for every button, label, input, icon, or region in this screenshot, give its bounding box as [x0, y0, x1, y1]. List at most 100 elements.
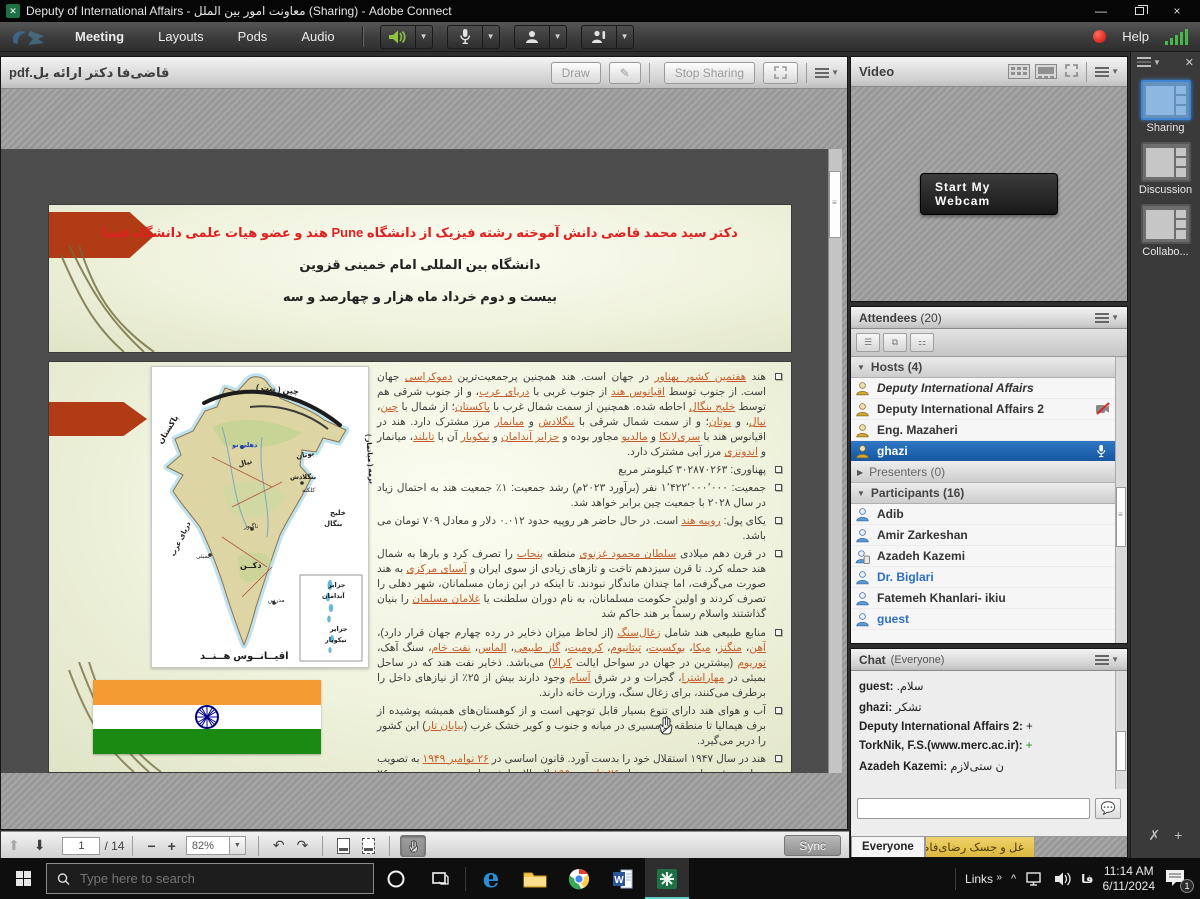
zoom-out-button[interactable]: − — [147, 838, 155, 854]
attendees-section-presenters[interactable]: ▶Presenters (0) — [851, 462, 1115, 483]
help-menu[interactable]: Help — [1106, 29, 1165, 44]
attendee-row[interactable]: Deputy International Affairs — [851, 378, 1115, 399]
video-fullscreen-icon[interactable] — [1065, 64, 1078, 80]
close-button[interactable]: × — [1160, 2, 1194, 20]
task-view-icon[interactable] — [418, 858, 462, 899]
menu-item-meeting[interactable]: Meeting — [58, 29, 141, 44]
connection-signal-icon[interactable] — [1165, 29, 1188, 45]
dock-footer: ✗ + — [1131, 827, 1200, 844]
cortana-icon[interactable] — [374, 858, 418, 899]
attendee-status-view-button[interactable]: ⚏ — [910, 333, 934, 352]
zoom-select[interactable]: 82% ▼ — [186, 836, 246, 855]
attendee-row[interactable]: Dr. Biglari — [851, 567, 1115, 588]
show-hidden-icons-chevron[interactable]: ^ — [1011, 873, 1016, 885]
slide-2[interactable]: چین ( تبت )پاکستاننپالبوتانبنگلادشبرمه (… — [49, 362, 791, 772]
raise-hand-control[interactable]: ▼ — [581, 25, 634, 49]
language-indicator[interactable]: فا — [1081, 872, 1093, 886]
word-icon[interactable]: W — [601, 858, 645, 899]
attendees-scrollbar[interactable] — [1115, 357, 1127, 643]
minimize-button[interactable]: — — [1084, 2, 1118, 20]
chat-tab[interactable]: Everyone — [851, 836, 925, 857]
chat-scrollbar[interactable] — [1115, 671, 1127, 789]
chrome-icon[interactable] — [557, 858, 601, 899]
zoom-in-button[interactable]: + — [168, 838, 176, 854]
attendee-row[interactable]: Azadeh Kazemi — [851, 546, 1115, 567]
action-center-icon[interactable]: 1 — [1164, 868, 1190, 890]
file-explorer-icon[interactable] — [513, 858, 557, 899]
restore-button[interactable] — [1122, 2, 1156, 20]
taskbar-search[interactable] — [46, 863, 374, 894]
document-scrollbar-thumb[interactable] — [829, 171, 841, 238]
attendees-section-participants[interactable]: ▼Participants (16) — [851, 483, 1115, 504]
stop-sharing-button[interactable]: Stop Sharing — [664, 62, 755, 84]
raise-hand-dropdown[interactable]: ▼ — [617, 25, 634, 49]
attendee-row[interactable]: Eng. Mazaheri — [851, 420, 1115, 441]
search-input[interactable] — [80, 871, 363, 886]
attendee-row[interactable]: ghazi — [851, 441, 1115, 462]
previous-page-button[interactable]: ⬆ — [8, 837, 20, 854]
attendee-row[interactable]: Adib — [851, 504, 1115, 525]
menu-item-layouts[interactable]: Layouts — [141, 29, 221, 44]
microphone-control[interactable]: ▼ — [447, 25, 500, 49]
filmstrip-view-icon[interactable] — [1008, 64, 1030, 79]
continuous-view-button[interactable] — [362, 838, 375, 854]
single-page-view-button[interactable] — [337, 838, 350, 854]
draw-button[interactable]: Draw — [551, 62, 601, 84]
layout-tools-icon[interactable]: ✗ — [1149, 827, 1161, 844]
pointer-tool-button[interactable]: ✎ — [609, 62, 641, 84]
sync-button[interactable]: Sync — [784, 835, 841, 856]
send-message-icon[interactable]: 💬 — [1095, 798, 1121, 819]
raise-hand-icon[interactable] — [581, 25, 617, 49]
chat-pod-options-icon[interactable] — [1095, 655, 1109, 665]
speaker-control[interactable]: ▼ — [380, 25, 433, 49]
fullscreen-button[interactable] — [763, 62, 798, 84]
microphone-dropdown[interactable]: ▼ — [483, 25, 500, 49]
attendee-list-view-button[interactable]: ☰ — [856, 333, 880, 352]
attendee-row[interactable]: Deputy International Affairs 2 — [851, 399, 1115, 420]
video-pod-options-icon[interactable] — [1095, 67, 1109, 77]
attendee-row[interactable]: guest — [851, 609, 1115, 630]
webcam-icon[interactable] — [514, 25, 550, 49]
menu-item-audio[interactable]: Audio — [284, 29, 351, 44]
speaker-icon[interactable] — [380, 25, 416, 49]
microphone-icon[interactable] — [447, 25, 483, 49]
volume-icon[interactable] — [1054, 871, 1072, 887]
rotate-right-button[interactable]: ↷ — [297, 837, 309, 854]
adobe-connect-window: ✕ Deputy of International Affairs - معاو… — [0, 0, 1200, 899]
layout-discussion[interactable]: Discussion — [1131, 142, 1200, 196]
start-webcam-button[interactable]: Start My Webcam — [920, 173, 1058, 215]
chat-scrollbar-thumb[interactable] — [1116, 731, 1126, 771]
network-icon[interactable] — [1025, 871, 1045, 887]
layout-collabo[interactable]: Collabo... — [1131, 204, 1200, 258]
next-page-button[interactable]: ⬇ — [34, 837, 46, 854]
speaker-dropdown[interactable]: ▼ — [416, 25, 433, 49]
pod-options-icon[interactable] — [815, 68, 829, 78]
webcam-control[interactable]: ▼ — [514, 25, 567, 49]
webcam-dropdown[interactable]: ▼ — [550, 25, 567, 49]
dock-options-icon[interactable] — [1137, 57, 1151, 67]
dock-close-icon[interactable]: ✕ — [1185, 56, 1194, 69]
page-number-input[interactable]: 1 — [62, 837, 100, 855]
attendee-row[interactable]: Fatemeh Khanlari- ikiu — [851, 588, 1115, 609]
add-layout-icon[interactable]: + — [1174, 827, 1182, 844]
hand-tool-button[interactable] — [400, 835, 426, 857]
attendees-pod-options-icon[interactable] — [1095, 313, 1109, 323]
document-scrollbar[interactable] — [828, 149, 842, 773]
layout-sharing[interactable]: Sharing — [1131, 80, 1200, 134]
zoom-dropdown-icon[interactable]: ▼ — [229, 837, 245, 854]
taskbar-clock[interactable]: 11:14 AM 6/11/2024 — [1103, 864, 1156, 894]
start-button[interactable] — [0, 858, 46, 899]
attendee-row[interactable]: Amir Zarkeshan — [851, 525, 1115, 546]
rotate-left-button[interactable]: ↶ — [273, 837, 285, 854]
attendees-scrollbar-thumb[interactable] — [1116, 487, 1126, 547]
grid-view-icon[interactable] — [1035, 64, 1057, 79]
attendees-section-hosts[interactable]: ▼Hosts (4) — [851, 357, 1115, 378]
links-toolbar[interactable]: Links » — [965, 872, 1002, 886]
edge-icon[interactable]: e — [469, 858, 513, 899]
menu-item-pods[interactable]: Pods — [221, 29, 285, 44]
chat-tab[interactable]: غل و جسک رضای‌فاطمه … — [925, 836, 1035, 857]
adobe-connect-taskbar-icon[interactable] — [645, 858, 689, 899]
breakout-view-button[interactable]: ⧉ — [883, 333, 907, 352]
slide-1[interactable]: دکتر سید محمد قاضی دانش آموخته رشته فیزی… — [49, 205, 791, 352]
chat-message-input[interactable] — [857, 798, 1090, 819]
